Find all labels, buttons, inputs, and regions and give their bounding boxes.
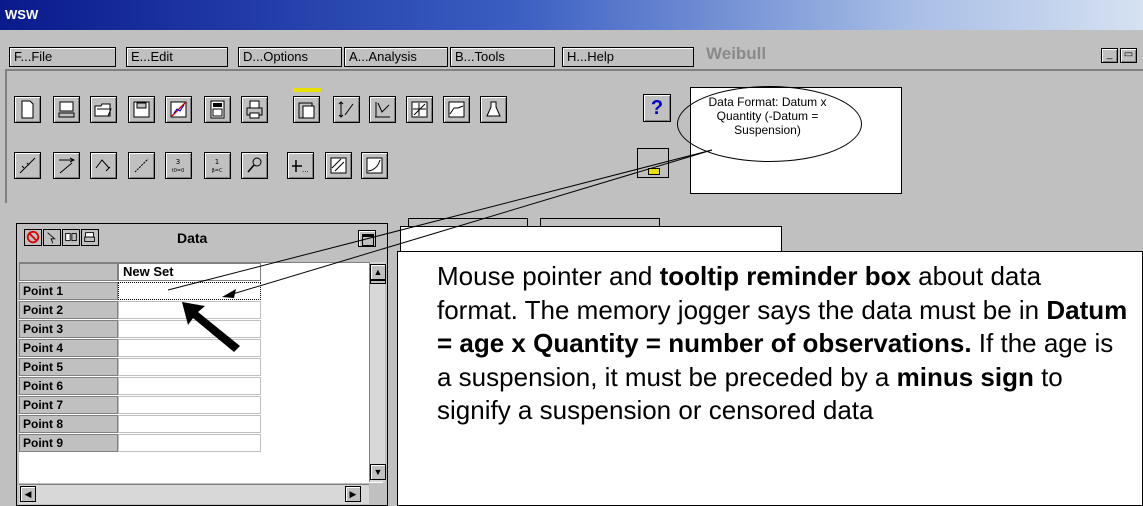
distribution-icon[interactable]: [369, 96, 396, 123]
row-label[interactable]: Point 7: [19, 396, 118, 414]
print-data-icon[interactable]: [81, 229, 99, 246]
new-file-icon[interactable]: [14, 96, 41, 123]
menu-options[interactable]: D...Options: [238, 47, 342, 67]
data-cell[interactable]: [118, 396, 261, 414]
menu-edit[interactable]: E...Edit: [126, 47, 228, 67]
toolbar-highlight: [293, 88, 321, 92]
open-folder-icon[interactable]: [90, 96, 117, 123]
window-title: WSW: [5, 7, 39, 22]
small-data-button[interactable]: [637, 148, 669, 178]
data-grid: New Set Point 1 Point 2 Point 3 Point 4 Poin…: [19, 262, 383, 483]
data-cell[interactable]: [118, 320, 261, 338]
data-panel-title: Data: [177, 230, 208, 246]
scroll-thumb[interactable]: [370, 280, 386, 284]
hatch-icon[interactable]: [325, 152, 352, 179]
data-cell[interactable]: [118, 282, 261, 300]
grid-corner: [19, 263, 118, 281]
column-header[interactable]: New Set: [118, 263, 261, 281]
computer-icon[interactable]: [53, 96, 80, 123]
data-cell[interactable]: [118, 377, 261, 395]
arrows-icon[interactable]: [53, 152, 80, 179]
menu-bar: F...File E...Edit D...Options A...Analys…: [0, 30, 1143, 68]
svg-text:1: 1: [215, 158, 219, 166]
help-button[interactable]: ?: [643, 94, 671, 122]
curve-icon[interactable]: [90, 152, 117, 179]
plot-icon[interactable]: [165, 96, 192, 123]
window-title-bar: WSW: [0, 0, 1143, 30]
row-label[interactable]: Point 1: [19, 282, 118, 300]
small-data-indicator: [648, 168, 660, 175]
maximize-button[interactable]: [358, 230, 376, 247]
menu-help[interactable]: H...Help: [562, 47, 694, 67]
row-label[interactable]: Point 9: [19, 434, 118, 452]
paste-icon[interactable]: [293, 96, 320, 123]
magnifier-icon[interactable]: [241, 152, 268, 179]
row-label[interactable]: Point 3: [19, 320, 118, 338]
fit-line-icon[interactable]: [14, 152, 41, 179]
calculator-icon[interactable]: [204, 96, 231, 123]
svg-text:3: 3: [176, 158, 180, 166]
no-entry-icon[interactable]: [24, 229, 42, 246]
row-label[interactable]: Point 8: [19, 415, 118, 433]
menu-analysis[interactable]: A...Analysis: [344, 47, 448, 67]
svg-text:t0=0: t0=0: [172, 168, 185, 174]
restore-button[interactable]: ▭: [1120, 48, 1137, 63]
callout-bold-1: tooltip reminder box: [659, 261, 911, 291]
flask-icon[interactable]: [480, 96, 507, 123]
scroll-right-button[interactable]: ▶: [345, 486, 361, 502]
toolbar: [5, 69, 1143, 203]
row-label[interactable]: Point 5: [19, 358, 118, 376]
data-cell[interactable]: [118, 339, 261, 357]
callout-bold-3: minus sign: [896, 361, 1034, 392]
app-name: Weibull: [706, 44, 767, 63]
tooltip-highlight-ellipse: [677, 86, 862, 162]
annotation-callout: Mouse pointer and tooltip reminder box a…: [397, 251, 1143, 506]
line-chart-icon[interactable]: [443, 96, 470, 123]
data-panel: Data New Set Point 1 Point 2 Point 3 Point …: [16, 223, 388, 506]
horizontal-scrollbar[interactable]: ◀ ▶: [19, 484, 369, 504]
scroll-down-button[interactable]: ▼: [370, 464, 386, 480]
data-cell[interactable]: [118, 434, 261, 452]
diagonal-icon[interactable]: [128, 152, 155, 179]
svg-text:...: ...: [302, 166, 309, 174]
add-icon[interactable]: ...: [287, 152, 314, 179]
data-cell[interactable]: [118, 301, 261, 319]
row-label[interactable]: Point 2: [19, 301, 118, 319]
svg-text:β=C: β=C: [212, 168, 223, 174]
beta-icon[interactable]: 1 β=C: [204, 152, 231, 179]
data-cell[interactable]: [118, 358, 261, 376]
callout-text-1: Mouse pointer and: [437, 261, 660, 291]
data-panel-header: Data: [17, 224, 387, 254]
printer-icon[interactable]: [241, 96, 268, 123]
columns-icon[interactable]: [62, 229, 80, 246]
scale-icon[interactable]: [333, 96, 360, 123]
curve-fit-icon[interactable]: [361, 152, 388, 179]
scroll-up-button[interactable]: ▲: [370, 264, 386, 280]
minimize-button[interactable]: _: [1101, 48, 1118, 63]
grid-plot-icon[interactable]: [406, 96, 433, 123]
row-label[interactable]: Point 6: [19, 377, 118, 395]
row-label[interactable]: Point 4: [19, 339, 118, 357]
pointer-icon[interactable]: [43, 229, 61, 246]
scroll-left-button[interactable]: ◀: [20, 486, 36, 502]
menu-tools[interactable]: B...Tools: [450, 47, 555, 67]
save-icon[interactable]: [128, 96, 155, 123]
data-cell[interactable]: [118, 415, 261, 433]
vertical-scrollbar[interactable]: ▲ ▼: [369, 262, 386, 482]
menu-file[interactable]: F...File: [9, 47, 116, 67]
t0-icon[interactable]: 3 t0=0: [165, 152, 192, 179]
